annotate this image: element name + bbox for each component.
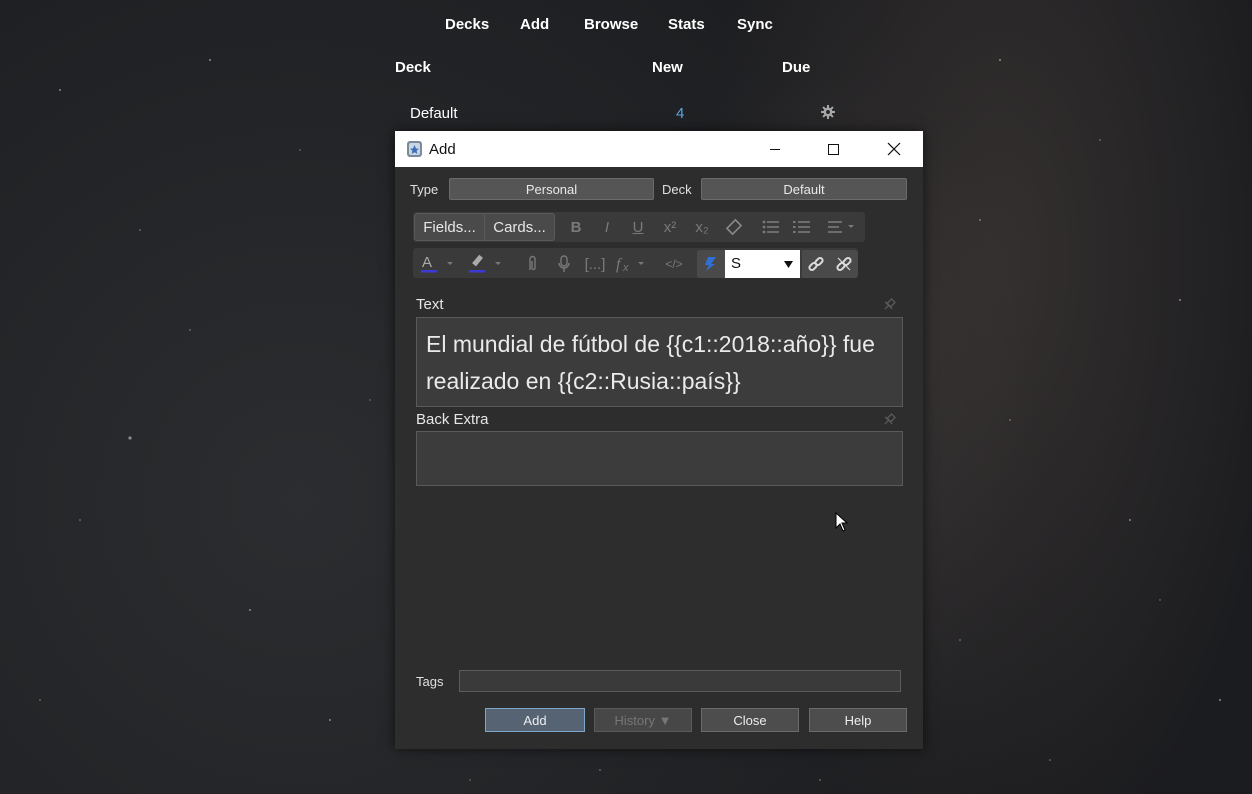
top-navigation: Decks Add Browse Stats Sync	[0, 16, 1252, 36]
anki-app-icon	[406, 140, 423, 158]
pin-icon[interactable]	[882, 298, 896, 312]
deck-label: Deck	[662, 182, 692, 197]
eraser-icon[interactable]	[720, 213, 748, 241]
highlight-icon[interactable]	[463, 250, 511, 278]
formula-icon[interactable]: fx	[612, 250, 656, 278]
bullet-list-icon[interactable]	[757, 213, 785, 241]
dialog-title: Add	[429, 141, 456, 158]
numbered-list-icon[interactable]	[788, 213, 816, 241]
svg-text:A: A	[422, 254, 432, 271]
cards-button[interactable]: Cards...	[484, 213, 555, 241]
deck-column-header: Deck	[395, 59, 431, 76]
back-extra-field-editor[interactable]	[416, 431, 903, 486]
fields-button[interactable]: Fields...	[414, 213, 485, 241]
attach-icon[interactable]	[518, 250, 546, 278]
svg-text:x: x	[622, 262, 629, 274]
nav-browse[interactable]: Browse	[584, 16, 638, 33]
cloze-field-value: S	[731, 255, 742, 272]
add-button[interactable]: Add	[485, 708, 585, 732]
due-column-header: Due	[782, 59, 811, 76]
add-dialog: Add Type Personal Deck Default Fields...…	[395, 131, 923, 749]
help-button[interactable]: Help	[809, 708, 907, 732]
nav-stats[interactable]: Stats	[668, 16, 705, 33]
deck-select-button[interactable]: Default	[701, 178, 907, 200]
maximize-icon[interactable]	[804, 131, 862, 167]
bold-icon[interactable]: B	[562, 213, 590, 241]
nav-sync[interactable]: Sync	[737, 16, 773, 33]
tags-input[interactable]	[459, 670, 901, 692]
align-icon[interactable]	[823, 213, 863, 241]
note-type-button[interactable]: Personal	[449, 178, 654, 200]
cloze-field-select[interactable]: S	[725, 250, 800, 278]
new-column-header: New	[652, 59, 683, 76]
nav-decks[interactable]: Decks	[445, 16, 489, 33]
deck-name-link[interactable]: Default	[410, 105, 458, 122]
html-icon[interactable]: </>	[660, 250, 688, 278]
tags-label: Tags	[416, 674, 444, 689]
link-icon[interactable]	[802, 250, 830, 278]
close-button[interactable]: Close	[701, 708, 799, 732]
text-color-icon[interactable]: A	[415, 250, 463, 278]
nav-add[interactable]: Add	[520, 16, 549, 33]
subscript-icon[interactable]: x₂	[688, 213, 716, 241]
field-label-text: Text	[416, 296, 444, 313]
close-icon[interactable]	[865, 131, 923, 167]
microphone-icon[interactable]	[550, 250, 578, 278]
sticky-pin-icon[interactable]	[697, 250, 725, 278]
gear-icon[interactable]	[820, 104, 836, 120]
history-button[interactable]: History ▼	[594, 708, 692, 732]
underline-icon[interactable]: U	[624, 213, 652, 241]
field-label-back-extra: Back Extra	[416, 411, 489, 428]
svg-text:f: f	[616, 256, 623, 273]
text-field-content[interactable]: El mundial de fútbol de {{c1::2018::año}…	[426, 326, 892, 400]
dialog-titlebar[interactable]: Add	[395, 131, 923, 167]
italic-icon[interactable]: I	[593, 213, 621, 241]
minimize-icon[interactable]	[746, 131, 804, 167]
unlink-icon[interactable]	[830, 250, 858, 278]
text-field-editor[interactable]: El mundial de fútbol de {{c1::2018::año}…	[416, 317, 903, 407]
cloze-icon[interactable]: [...]	[581, 250, 609, 278]
pin-icon[interactable]	[882, 413, 896, 427]
deck-new-count: 4	[676, 105, 685, 122]
mouse-cursor-icon	[835, 511, 849, 537]
superscript-icon[interactable]: x²	[656, 213, 684, 241]
type-label: Type	[410, 182, 439, 197]
